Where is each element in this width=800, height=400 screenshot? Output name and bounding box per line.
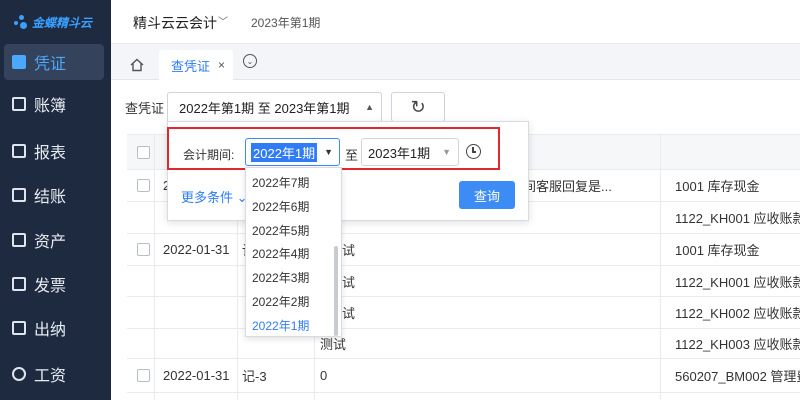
tab-label: 查凭证 [171, 58, 211, 74]
sidebar-item-label: 报表 [34, 145, 67, 162]
ledger-icon [12, 97, 26, 111]
cell-summary: 试 [342, 243, 356, 258]
table-row[interactable]: 2022-01-31 记-3 0 560207_BM002 管理费 [127, 359, 800, 393]
salary-icon [12, 367, 26, 381]
cell-account: 1122_KH003 应收账款_ [675, 337, 800, 352]
cell-date: 2022-01-31 [163, 242, 230, 257]
cell-account: 560207_BM002 管理费 [675, 369, 800, 384]
cell-account: 1122_KH001 应收账款_ [675, 274, 800, 290]
cell-summary: 试 [342, 306, 356, 321]
sidebar-item-label: 发票 [34, 278, 67, 295]
sidebar-item-voucher[interactable]: 凭证 [4, 44, 104, 80]
table-row[interactable]: 测试 1122_KH003 应收账款_ [127, 329, 800, 359]
row-checkbox[interactable] [137, 179, 150, 192]
closing-icon [12, 188, 26, 202]
dropdown-option[interactable]: 2022年4期 [246, 241, 336, 265]
tab-home[interactable] [119, 50, 155, 80]
sidebar-item-invoice[interactable]: 发票 [4, 266, 104, 302]
refresh-button[interactable]: ↻ [391, 92, 445, 122]
refresh-icon: ↻ [410, 96, 426, 117]
cell-account: 1122_KH002 应收账款_ [675, 306, 800, 321]
sidebar-item-ledger[interactable]: 账簿 [4, 86, 104, 122]
logo-mark-icon [14, 15, 28, 29]
caret-up-icon: ▲ [365, 102, 374, 112]
chevron-down-icon[interactable]: ﹀ [218, 13, 228, 28]
sidebar-item-salary[interactable]: 工资 [4, 356, 104, 392]
table-row[interactable]: 试 1122_KH001 应收账款_ [127, 266, 800, 297]
dropdown-option[interactable]: 2022年2期 [246, 289, 336, 313]
more-conditions-link[interactable]: 更多条件 ⌄ [181, 187, 248, 206]
query-button[interactable]: 查询 [459, 181, 515, 209]
row-checkbox[interactable] [137, 243, 150, 256]
column-divider [660, 134, 661, 400]
dropdown-option-selected[interactable]: 2022年1期 [246, 313, 336, 337]
current-period: 2023年第1期 [251, 16, 321, 30]
asset-icon [12, 233, 26, 247]
sidebar-item-label: 工资 [34, 368, 67, 385]
cashier-icon [12, 321, 26, 335]
home-icon [130, 58, 144, 72]
period-range-select[interactable]: 2022年第1期 至 2023年第1期 ▲ [167, 92, 382, 122]
tab-query-voucher[interactable]: 查凭证 × [159, 50, 233, 80]
sidebar-item-report[interactable]: 报表 [4, 133, 104, 169]
sidebar-item-label: 账簿 [34, 98, 67, 115]
sidebar: 金蝶精斗云 凭证 账簿 报表 结账 资产 发票 出纳 工资 [0, 0, 111, 400]
cell-summary: 0 [320, 368, 328, 383]
cell-account: 1001 库存现金 [675, 243, 760, 258]
more-conditions-label: 更多条件 [181, 190, 234, 205]
filter-label: 查凭证 [125, 101, 165, 116]
report-icon [12, 144, 26, 158]
invoice-icon [12, 277, 26, 291]
sidebar-item-label: 出纳 [34, 322, 67, 339]
sidebar-item-closing[interactable]: 结账 [4, 177, 104, 213]
dropdown-option[interactable]: 2022年7期 [246, 170, 336, 194]
dropdown-option[interactable]: 2022年6期 [246, 194, 336, 218]
dropdown-scrollbar[interactable] [334, 246, 338, 336]
tab-bar: 查凭证 × ⌄ [111, 44, 800, 80]
table-row[interactable]: 2022-01-31 记 试 1001 库存现金 [127, 234, 800, 266]
cell-summary: 试 [342, 274, 356, 290]
sidebar-item-label: 凭证 [34, 56, 67, 73]
logo-text: 金蝶精斗云 [32, 15, 93, 30]
cell-date: 2022-01-31 [163, 368, 230, 383]
top-header: 精斗云云会计 ﹀ 2023年第1期 [111, 0, 800, 44]
tab-more-icon[interactable]: ⌄ [243, 54, 257, 68]
sidebar-item-cashier[interactable]: 出纳 [4, 310, 104, 346]
app-logo[interactable]: 金蝶精斗云 [14, 12, 92, 32]
sidebar-item-asset[interactable]: 资产 [4, 222, 104, 258]
sidebar-item-label: 资产 [34, 234, 67, 251]
select-all-checkbox[interactable] [137, 135, 150, 169]
voucher-icon [12, 55, 26, 69]
close-icon[interactable]: × [218, 58, 225, 72]
column-divider [154, 134, 155, 400]
highlight-annotation [167, 127, 500, 170]
period-range-value: 2022年第1期 至 2023年第1期 [179, 101, 350, 116]
cell-account: 1122_KH001 应收账款_ [675, 211, 800, 226]
cell-account: 1001 库存现金 [675, 179, 760, 194]
dropdown-option[interactable]: 2022年5期 [246, 218, 336, 242]
table-row[interactable]: 试 1122_KH002 应收账款_ [127, 297, 800, 329]
account-switcher[interactable]: 精斗云云会计 [133, 13, 217, 33]
row-checkbox[interactable] [137, 369, 150, 382]
dropdown-option[interactable]: 2022年3期 [246, 265, 336, 289]
cell-voucher-no: 记-3 [242, 369, 267, 384]
period-dropdown-list: 2022年7期 2022年6期 2022年5期 2022年4期 2022年3期 … [245, 167, 342, 337]
sidebar-item-label: 结账 [34, 189, 67, 206]
